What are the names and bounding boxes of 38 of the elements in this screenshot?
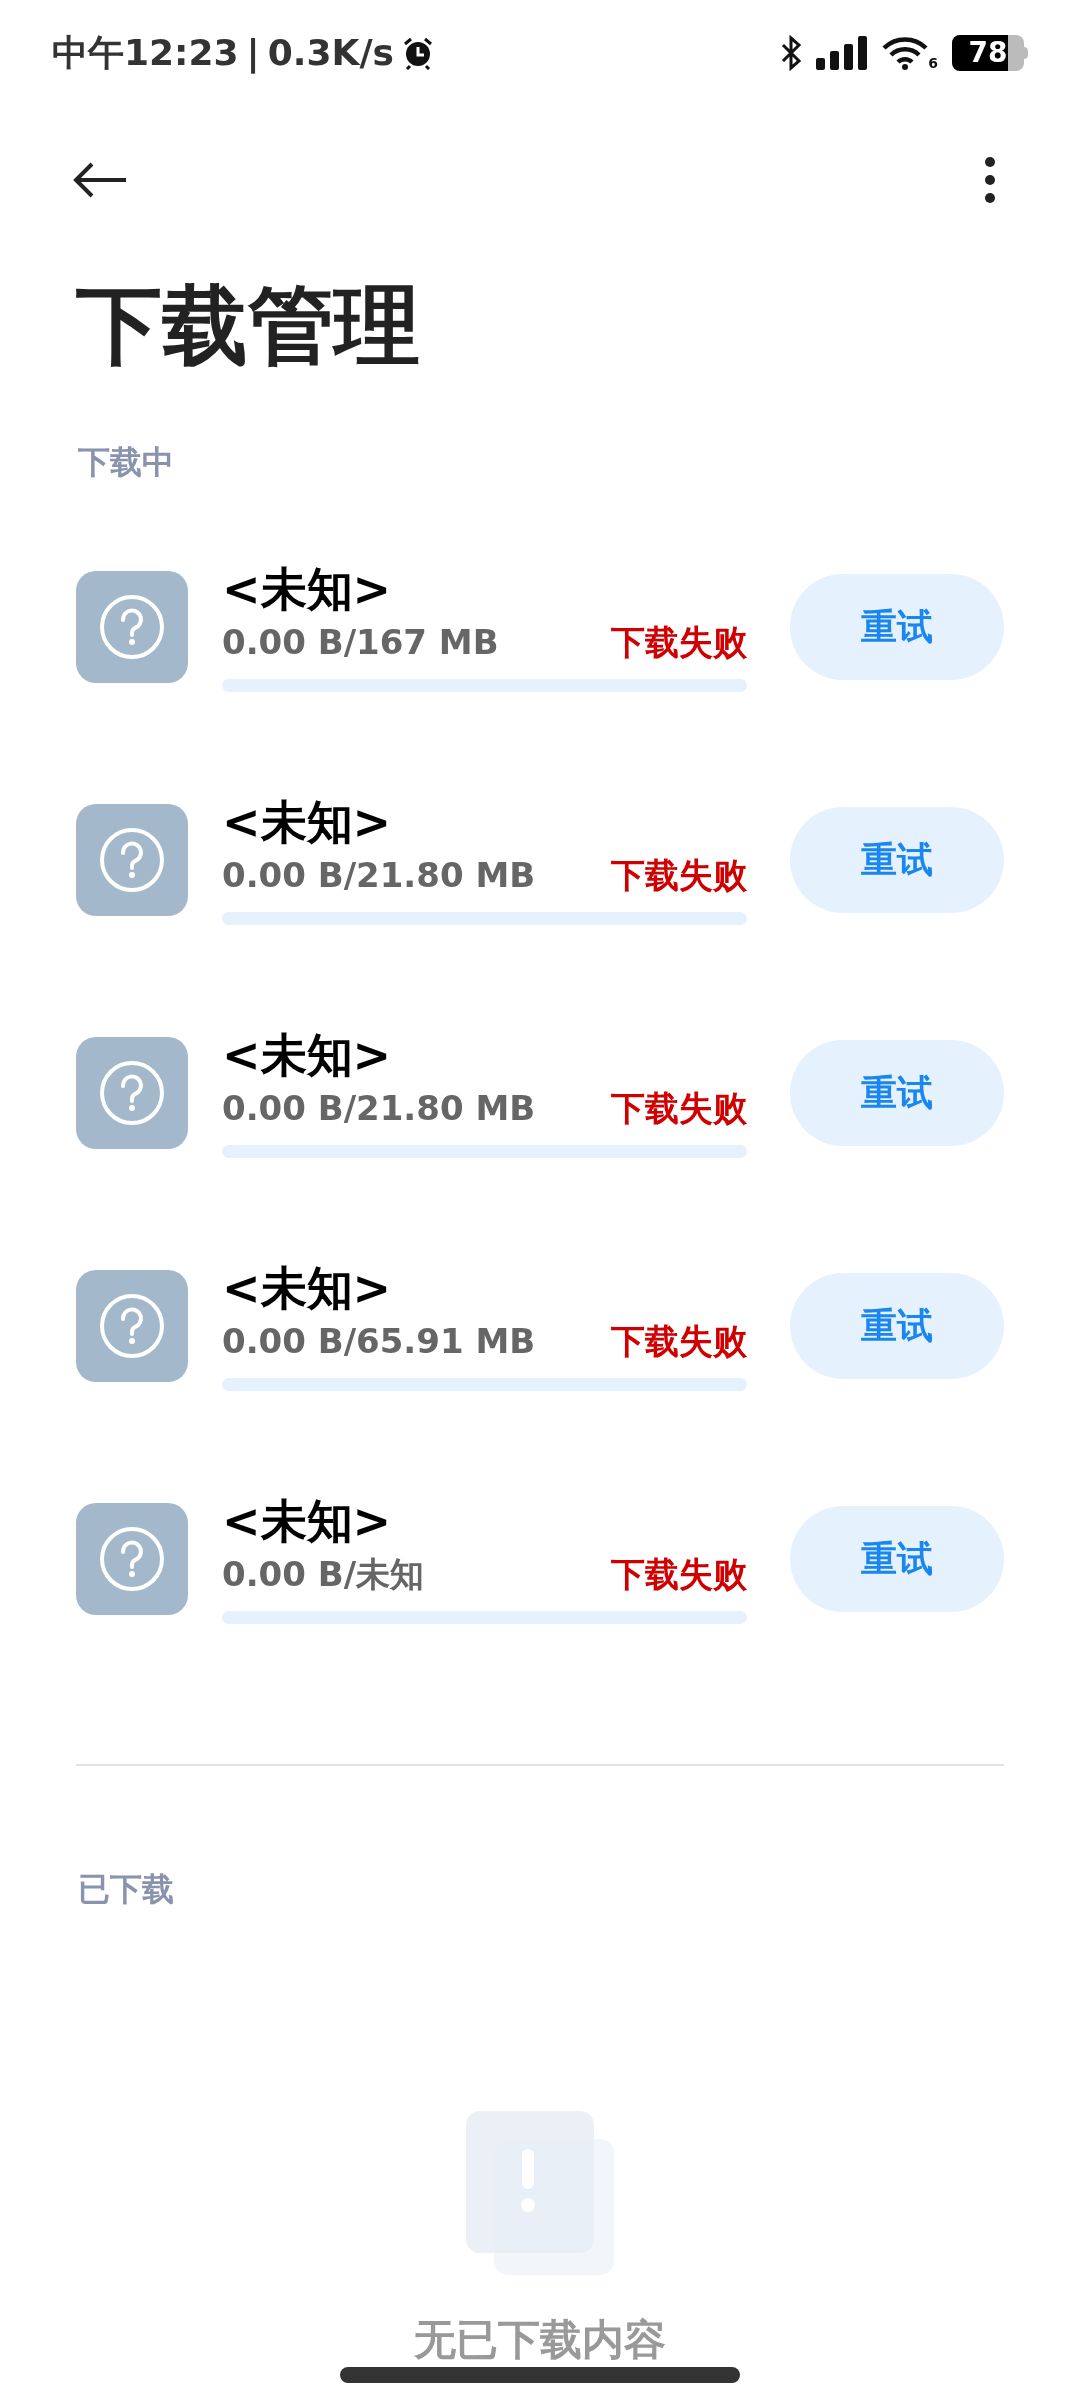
unknown-file-icon [76,803,188,916]
file-size: 0.00 B/65.91 MB [222,1320,536,1363]
file-name: <未知> [222,1493,393,1549]
page-title: 下载管理 [76,282,420,368]
status-text: 下载失败 [611,1320,747,1363]
file-name: <未知> [222,561,393,617]
file-name: <未知> [222,1027,393,1083]
signal-icon [816,35,869,70]
file-size: 0.00 B/167 MB [222,621,499,664]
section-header: 已下载 [78,1869,174,1910]
bluetooth-icon [780,34,803,71]
status-time: 中午12:23 [52,30,239,75]
wifi-icon [882,35,929,70]
retry-button[interactable]: 重试 [790,573,1004,680]
unknown-file-icon [76,1269,188,1382]
retry-button[interactable]: 重试 [790,1505,1004,1612]
retry-button[interactable]: 重试 [790,1039,1004,1146]
empty-state-text: 无已下载内容 [414,2315,666,2365]
retry-button[interactable]: 重试 [790,1272,1004,1379]
unknown-file-icon [76,570,188,683]
status-text: 下载失败 [611,621,747,664]
retry-button[interactable]: 重试 [790,806,1004,913]
battery-indicator: 78 [952,34,1028,71]
file-name: <未知> [222,794,393,850]
unknown-file-icon [76,1036,188,1149]
file-size: 0.00 B/21.80 MB [222,854,536,897]
file-size: 0.00 B/21.80 MB [222,1087,536,1130]
wifi-band-label: 6 [928,55,938,70]
section-header: 下载中 [78,442,174,483]
status-separator: | [246,30,260,76]
network-speed: 0.3K/s [267,30,394,75]
status-text: 下载失败 [611,1553,747,1596]
file-size: 0.00 B/未知 [222,1553,425,1596]
unknown-file-icon [76,1502,188,1615]
alarm-icon [402,35,434,70]
status-text: 下载失败 [611,854,747,897]
file-name: <未知> [222,1260,393,1316]
status-text: 下载失败 [611,1087,747,1130]
